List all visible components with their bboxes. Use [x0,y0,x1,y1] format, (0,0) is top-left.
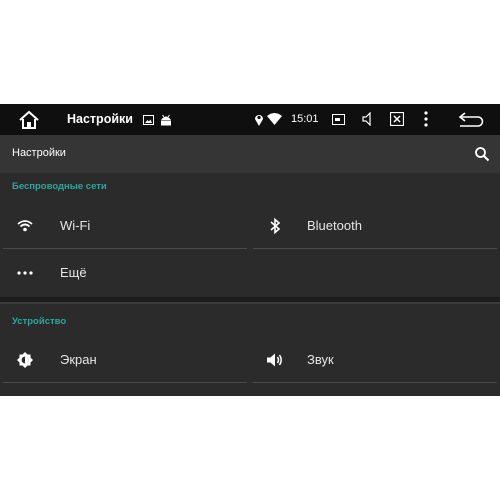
bluetooth-icon [270,217,281,235]
search-icon[interactable] [474,146,490,162]
close-box-icon[interactable] [390,112,404,126]
divider [253,248,497,249]
android-icon [161,114,171,126]
divider [3,248,247,249]
brightness-icon [17,352,33,368]
settings-item-label: Экран [60,352,97,367]
status-bar-time: 15:01 [291,113,319,125]
section-divider-line [0,302,500,304]
screen-cast-icon[interactable] [332,114,345,125]
more-vert-icon[interactable] [424,111,428,127]
settings-item-label: Звук [307,352,334,367]
android-screen: Настройки 15:01 Настройки Беспроводные с… [0,104,500,396]
settings-item-label: Wi-Fi [60,218,91,233]
volume-icon [267,353,282,367]
more-horiz-icon [17,271,33,275]
location-icon [255,115,263,126]
page-title: Настройки [12,147,66,159]
divider [253,382,497,383]
status-bar: Настройки 15:01 [0,104,500,135]
section-header-device: Устройство [12,316,67,327]
volume-icon[interactable] [362,112,374,126]
image-icon [143,115,154,125]
settings-item-sound[interactable]: Звук [253,337,497,383]
settings-item-bluetooth[interactable]: Bluetooth [253,203,497,249]
settings-item-wifi[interactable]: Wi-Fi [3,203,247,249]
wifi-icon [267,113,282,125]
wifi-icon [17,220,33,232]
settings-item-display[interactable]: Экран [3,337,247,383]
settings-item-label: Bluetooth [307,218,362,233]
section-header-wireless: Беспроводные сети [12,181,107,192]
home-icon[interactable] [18,110,40,130]
action-bar: Настройки [0,135,500,173]
settings-item-label: Ещё [60,265,87,280]
status-bar-title: Настройки [67,112,133,126]
divider [3,382,247,383]
settings-item-more[interactable]: Ещё [3,250,247,296]
back-icon[interactable] [458,111,484,128]
